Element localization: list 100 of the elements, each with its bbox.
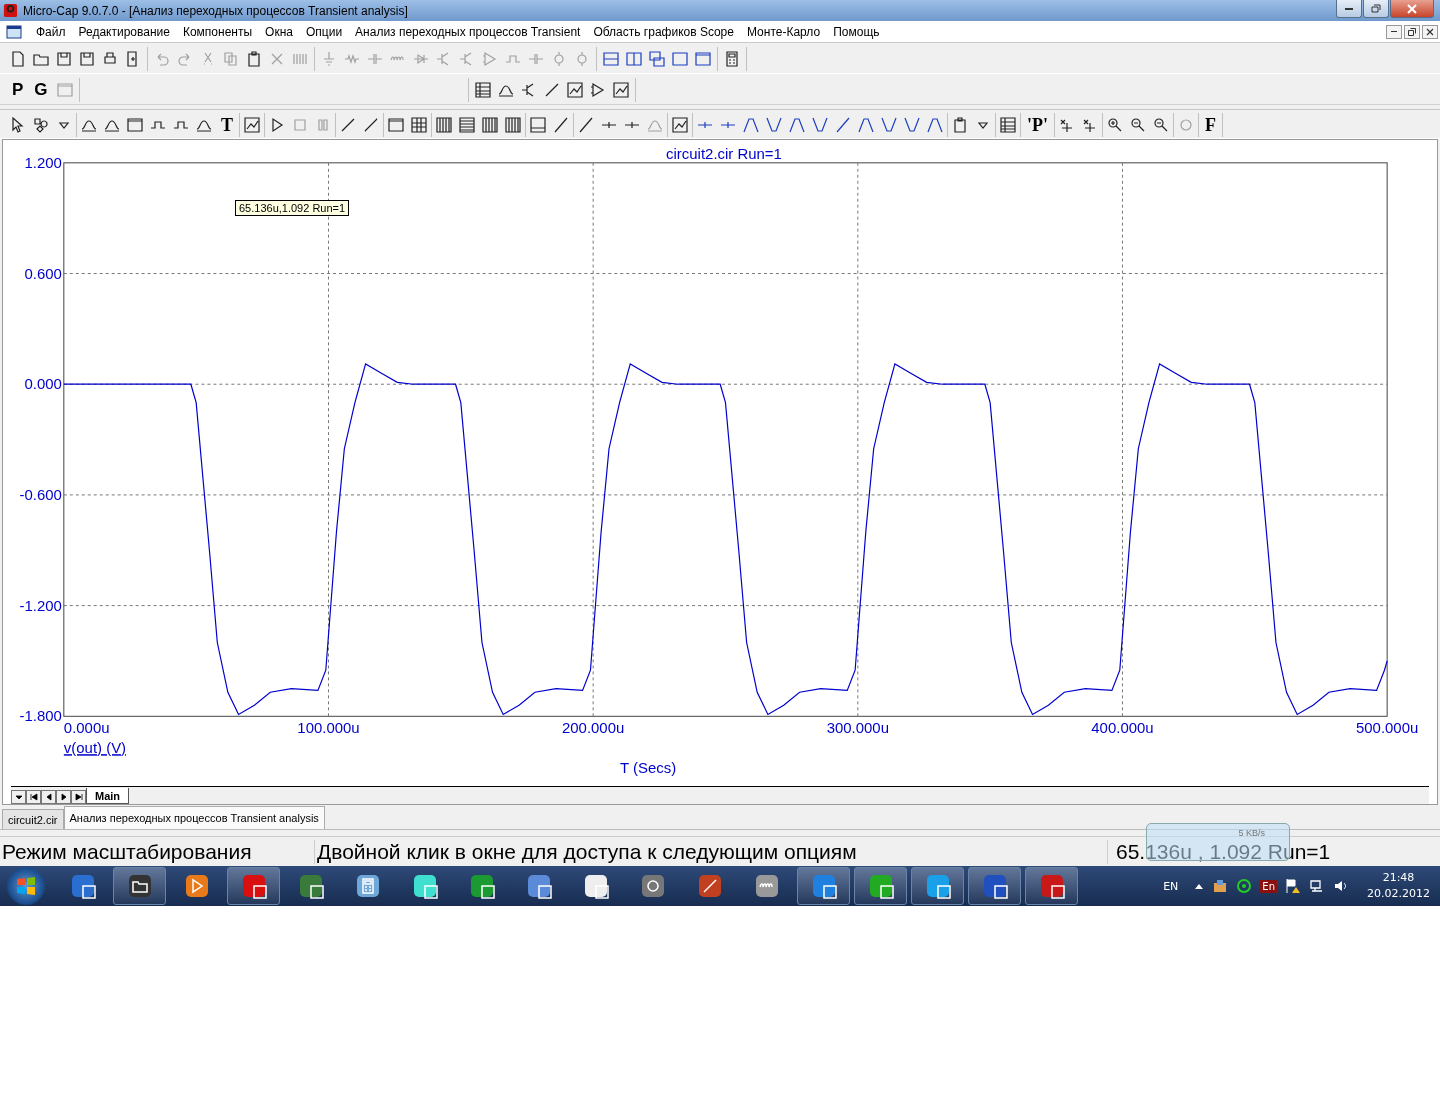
minimize-button[interactable]	[1336, 0, 1362, 18]
taskbar-app-button[interactable]	[797, 867, 850, 905]
page-tool-button[interactable]: 'P'	[1025, 116, 1050, 134]
keyboard-layout-indicator[interactable]: En	[1260, 879, 1277, 893]
grid-icon[interactable]	[411, 117, 427, 133]
volume-icon[interactable]	[1333, 878, 1349, 894]
warning-flag-icon[interactable]	[1285, 878, 1301, 894]
network-icon[interactable]	[1309, 878, 1325, 894]
network-share-icon[interactable]	[1212, 878, 1229, 894]
first-page-icon	[29, 793, 38, 801]
taskbar-app-button[interactable]	[911, 867, 964, 905]
pen-icon[interactable]	[543, 82, 560, 98]
window-icon[interactable]	[672, 51, 688, 67]
save-icon[interactable]	[56, 51, 72, 67]
zoom-in-icon[interactable]	[1107, 117, 1123, 133]
page-tab[interactable]: Main	[86, 788, 130, 804]
calculator-icon[interactable]	[724, 51, 740, 67]
x-tick-label: 300.000u	[826, 719, 889, 737]
minimum-icon[interactable]	[904, 117, 920, 133]
language-indicator[interactable]: EN	[1163, 879, 1179, 893]
taskbar-app-button[interactable]	[113, 867, 166, 905]
mode-button[interactable]: P	[10, 81, 26, 99]
tile-windows-icon[interactable]	[695, 51, 711, 67]
clock[interactable]: 21:48 20.02.2012	[1367, 870, 1430, 902]
taskbar-app-button[interactable]	[968, 867, 1021, 905]
horizontal-split-icon[interactable]	[603, 51, 619, 67]
menu-item[interactable]: Файл	[30, 24, 73, 39]
clock-time: 21:48	[1382, 870, 1415, 886]
close-button[interactable]	[1422, 24, 1438, 39]
maximum-icon[interactable]	[927, 117, 943, 133]
menu-item[interactable]: Редактирование	[72, 24, 177, 39]
document-window-icon[interactable]	[6, 23, 22, 40]
x-tick-label: 400.000u	[1091, 719, 1154, 737]
clock-date: 20.02.2012	[1367, 886, 1430, 902]
x-axis-title: T (Secs)	[620, 759, 677, 777]
show-hidden-icons-icon[interactable]	[1194, 882, 1205, 890]
valley-icon[interactable]	[766, 117, 782, 133]
title-tool-button[interactable]: T	[219, 116, 235, 134]
menu-item[interactable]: Анализ переходных процессов Transient	[349, 24, 588, 39]
y-tick-label: 0.000	[24, 375, 62, 393]
next-page-button[interactable]	[56, 790, 71, 804]
y-tick-label: -0.600	[19, 485, 62, 503]
open-folder-icon[interactable]	[33, 51, 49, 67]
vertical-split-icon[interactable]	[626, 51, 642, 67]
x-tick-label: 500.000u	[1356, 719, 1419, 737]
horizontal-grid-icon[interactable]	[459, 117, 475, 133]
menu-item[interactable]: Окна	[259, 24, 300, 39]
mode-button[interactable]: G	[32, 81, 50, 99]
windows-logo-icon	[15, 875, 37, 897]
tab-menu-icon	[14, 793, 23, 801]
restore-icon	[1371, 4, 1381, 13]
last-page-button[interactable]	[71, 790, 86, 804]
minimize-icon	[1391, 31, 1397, 32]
restore-icon	[1408, 27, 1416, 36]
peak-left-icon[interactable]	[858, 117, 874, 133]
tab-menu-button[interactable]	[11, 790, 26, 804]
vertical-grid-icon[interactable]	[436, 117, 452, 133]
status-text: Двойной клик в окне для доступа к следующим опциям	[315, 839, 1108, 864]
plot-window-icon[interactable]	[566, 82, 583, 98]
valley-right-icon[interactable]	[881, 117, 897, 133]
menu-item[interactable]: Область графиков Scope	[587, 24, 741, 39]
restore-button[interactable]	[1404, 24, 1420, 39]
baseline-icon[interactable]	[530, 117, 546, 133]
pointer-icon[interactable]	[10, 117, 26, 133]
font-tool-button[interactable]: F	[1203, 116, 1218, 134]
x-tick-label: 0.000u	[63, 719, 110, 737]
low-icon[interactable]	[812, 117, 828, 133]
previous-page-button[interactable]	[41, 790, 56, 804]
table-icon[interactable]	[1000, 117, 1016, 133]
y-tick-label: -1.800	[19, 707, 62, 725]
peak-icon[interactable]	[743, 117, 759, 133]
save-as-icon[interactable]	[79, 51, 95, 67]
document-tab[interactable]: circuit2.cir	[2, 809, 64, 829]
taskbar-app-button[interactable]	[854, 867, 907, 905]
chart-title: circuit2.cir Run=1	[666, 144, 782, 162]
paste-icon[interactable]	[246, 51, 262, 67]
printer-icon[interactable]	[102, 51, 118, 67]
menu-item[interactable]: Монте-Карло	[740, 24, 828, 39]
x-tick-label: 200.000u	[562, 719, 625, 737]
menu-item[interactable]: Компоненты	[176, 24, 260, 39]
app-logo-icon	[3, 3, 18, 18]
run-icon[interactable]	[269, 117, 285, 133]
menu-item[interactable]: Помощь	[827, 24, 887, 39]
slope-line-icon[interactable]	[553, 117, 569, 133]
shapes-icon[interactable]	[33, 117, 49, 133]
cascade-windows-icon[interactable]	[649, 51, 665, 67]
zoom-out-icon[interactable]	[1130, 117, 1146, 133]
next-page-icon	[59, 793, 68, 801]
taskbar-app-button[interactable]	[1025, 867, 1078, 905]
high-icon[interactable]	[789, 117, 805, 133]
frame-icon[interactable]	[388, 117, 404, 133]
taskbar-app-button[interactable]	[227, 867, 280, 905]
legend-label[interactable]: v(out) (V)	[63, 739, 127, 757]
new-file-icon[interactable]	[10, 51, 26, 67]
y-tick-label: 1.200	[24, 153, 62, 171]
minimize-button[interactable]	[1386, 24, 1402, 39]
document-tab[interactable]: Анализ переходных процессов Transient analysis	[63, 806, 325, 829]
menu-item[interactable]: Опции	[299, 24, 350, 39]
first-page-button[interactable]	[26, 790, 41, 804]
line-icon[interactable]	[340, 117, 356, 133]
